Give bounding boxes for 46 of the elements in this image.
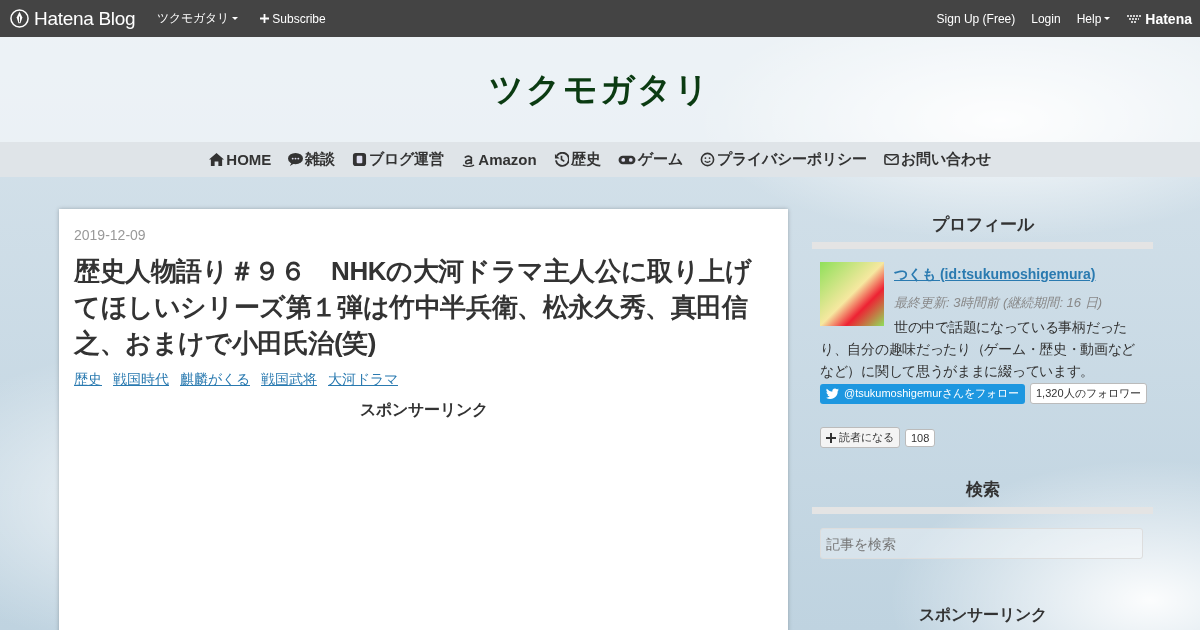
subscribe-link[interactable]: Subscribe (260, 11, 326, 26)
sponsor-label: スポンサーリンク (358, 400, 489, 420)
nav-link[interactable]: HOME (209, 151, 272, 168)
category-link[interactable]: 戦国時代 (113, 371, 169, 389)
nav-link[interactable]: ブログ運営 (352, 150, 445, 169)
plus-icon (826, 432, 836, 443)
pen-nib-icon (10, 9, 29, 28)
nav-link[interactable]: ゲーム (617, 150, 683, 169)
category-link[interactable]: 麒麟がくる (180, 371, 250, 389)
blog-menu-link[interactable]: ツクモガタリ (157, 10, 239, 27)
section-heading: スポンサーリンク (917, 605, 1048, 625)
nav-link[interactable]: Amazon (461, 151, 537, 168)
profile-description: 世の中で話題になっている事柄だったり、自分の趣味だったり（ゲーム・歴史・動画などなど）に関して思うがままに綴っています。 (820, 318, 1137, 381)
section-heading: 検索 (812, 478, 1153, 514)
help-link[interactable]: Help (1076, 11, 1111, 26)
nav-link[interactable]: プライバシーポリシー (699, 150, 867, 169)
smiley-icon (699, 152, 715, 167)
category-link[interactable]: 戦国武将 (261, 371, 317, 389)
history-clock-icon (553, 152, 569, 167)
section-heading: プロフィール (812, 213, 1153, 249)
blog-title[interactable]: ツクモガタリ (489, 66, 711, 113)
caret-icon (232, 17, 239, 20)
avatar-image (820, 262, 884, 326)
nav-link[interactable]: 雑談 (288, 150, 336, 169)
reader-count: 108 (905, 428, 936, 447)
top-bar-link[interactable]: Sign Up (Free) (936, 11, 1016, 26)
caret-icon (1104, 17, 1111, 20)
home-icon (209, 152, 225, 167)
amazon-a-icon (461, 152, 477, 167)
nav-link[interactable]: 歴史 (553, 150, 601, 169)
bird-icon (826, 388, 839, 399)
last-updated: 最終更新: 3時間前 (継続期間: 16 日) (894, 294, 1104, 312)
logo-text: Hatena Blog (34, 7, 136, 30)
plus-icon (260, 14, 270, 23)
follower-count: 1,320人のフォロワー (1030, 383, 1147, 404)
article-title[interactable]: 歴史人物語り＃９６ NHKの大河ドラマ主人公に取り上げてほしいシリーズ第１弾は竹中半兵衛、松永久秀、真田信之、おまけで小田氏治(笑) (74, 253, 773, 361)
speech-bubble-icon (288, 152, 304, 167)
hatena-logo[interactable]: Hatena (1126, 10, 1192, 27)
top-bar-link[interactable]: Login (1031, 11, 1061, 26)
subscribe-reader-button[interactable]: 読者になる (820, 427, 900, 448)
category-link[interactable]: 大河ドラマ (328, 371, 398, 389)
nav-link[interactable]: お問い合わせ (883, 150, 991, 169)
envelope-icon (883, 152, 899, 167)
search-field[interactable]: 記事を検索 (820, 528, 1143, 559)
category-link[interactable]: 歴史 (74, 371, 102, 389)
blog-logo[interactable]: Hatena Blog (10, 7, 136, 30)
